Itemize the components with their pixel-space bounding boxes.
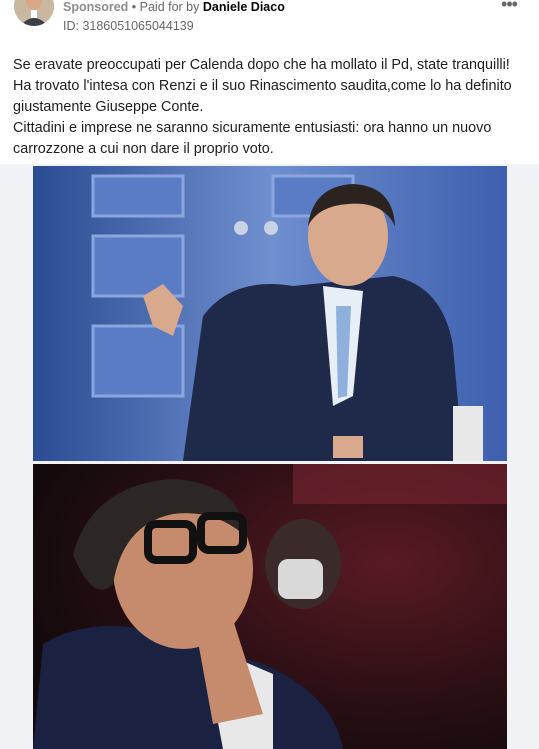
- paid-for-prefix: Paid for by: [139, 0, 203, 14]
- ad-id: ID: 3186051065044139: [63, 19, 194, 33]
- photo-conte[interactable]: [33, 166, 507, 461]
- more-horizontal-icon[interactable]: •••: [499, 0, 519, 14]
- ad-card: Sponsored • Paid for by Daniele Diaco ID…: [0, 0, 539, 749]
- photo-calenda[interactable]: [33, 464, 507, 749]
- post-text: Se eravate preoccupati per Calenda dopo …: [0, 38, 539, 164]
- post-paragraph-1: Se eravate preoccupati per Calenda dopo …: [13, 57, 512, 115]
- post-paragraph-2: Cittadini e imprese ne saranno sicuramen…: [13, 120, 492, 157]
- separator: •: [128, 0, 140, 14]
- sponsor-line: Sponsored • Paid for by Daniele Diaco: [63, 0, 285, 14]
- advertiser-name[interactable]: Daniele Diaco: [203, 0, 285, 14]
- ad-header: Sponsored • Paid for by Daniele Diaco ID…: [0, 0, 539, 38]
- sponsored-label: Sponsored: [63, 0, 129, 14]
- advertiser-avatar[interactable]: [14, 0, 54, 26]
